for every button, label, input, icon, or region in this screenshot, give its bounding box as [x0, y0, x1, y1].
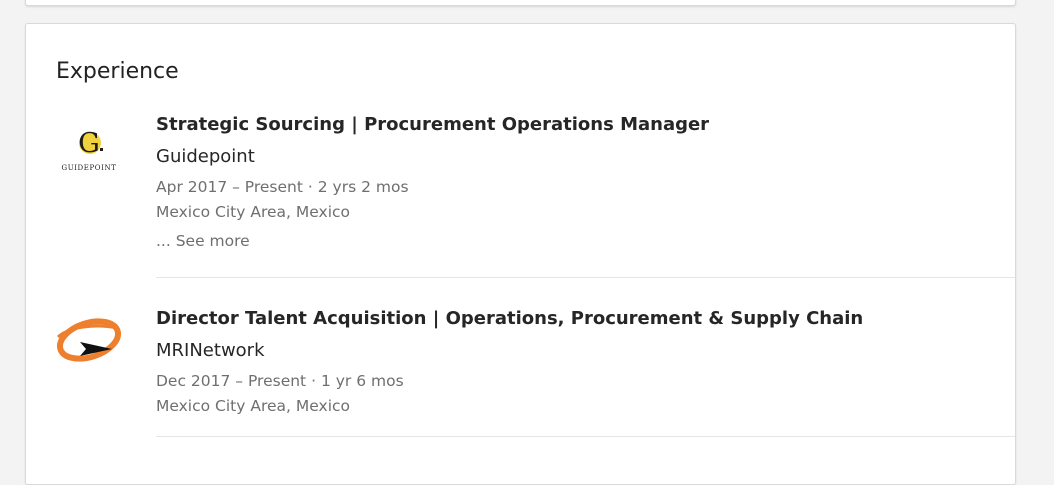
- employment-dates: Apr 2017 – Present · 2 yrs 2 mos: [156, 178, 409, 196]
- previous-section-card: [25, 0, 1016, 6]
- location: Mexico City Area, Mexico: [156, 203, 350, 221]
- meta-separator: ·: [307, 178, 313, 196]
- entry-divider: [156, 277, 1015, 278]
- meta-separator: ·: [311, 372, 317, 390]
- date-range: Apr 2017 – Present: [156, 178, 303, 196]
- duration: 2 yrs 2 mos: [317, 178, 409, 196]
- location: Mexico City Area, Mexico: [156, 397, 350, 415]
- entry-divider: [156, 436, 1015, 437]
- section-title: Experience: [56, 59, 179, 84]
- svg-text:G: G: [78, 128, 100, 159]
- guidepoint-logo-icon[interactable]: G GUIDEPOINT: [56, 120, 122, 186]
- mrinetwork-logo-icon[interactable]: [56, 310, 122, 376]
- see-more-link[interactable]: ... See more: [156, 232, 250, 250]
- company-name: Guidepoint: [156, 146, 255, 167]
- job-title[interactable]: Strategic Sourcing | Procurement Operati…: [156, 114, 709, 135]
- experience-card: Experience G GUIDEPOINT Strategic Sourci…: [25, 23, 1016, 485]
- company-name: MRINetwork: [156, 340, 265, 361]
- svg-text:GUIDEPOINT: GUIDEPOINT: [62, 164, 117, 172]
- duration: 1 yr 6 mos: [320, 372, 404, 390]
- job-title[interactable]: Director Talent Acquisition | Operations…: [156, 308, 863, 329]
- date-range: Dec 2017 – Present: [156, 372, 307, 390]
- employment-dates: Dec 2017 – Present · 1 yr 6 mos: [156, 372, 404, 390]
